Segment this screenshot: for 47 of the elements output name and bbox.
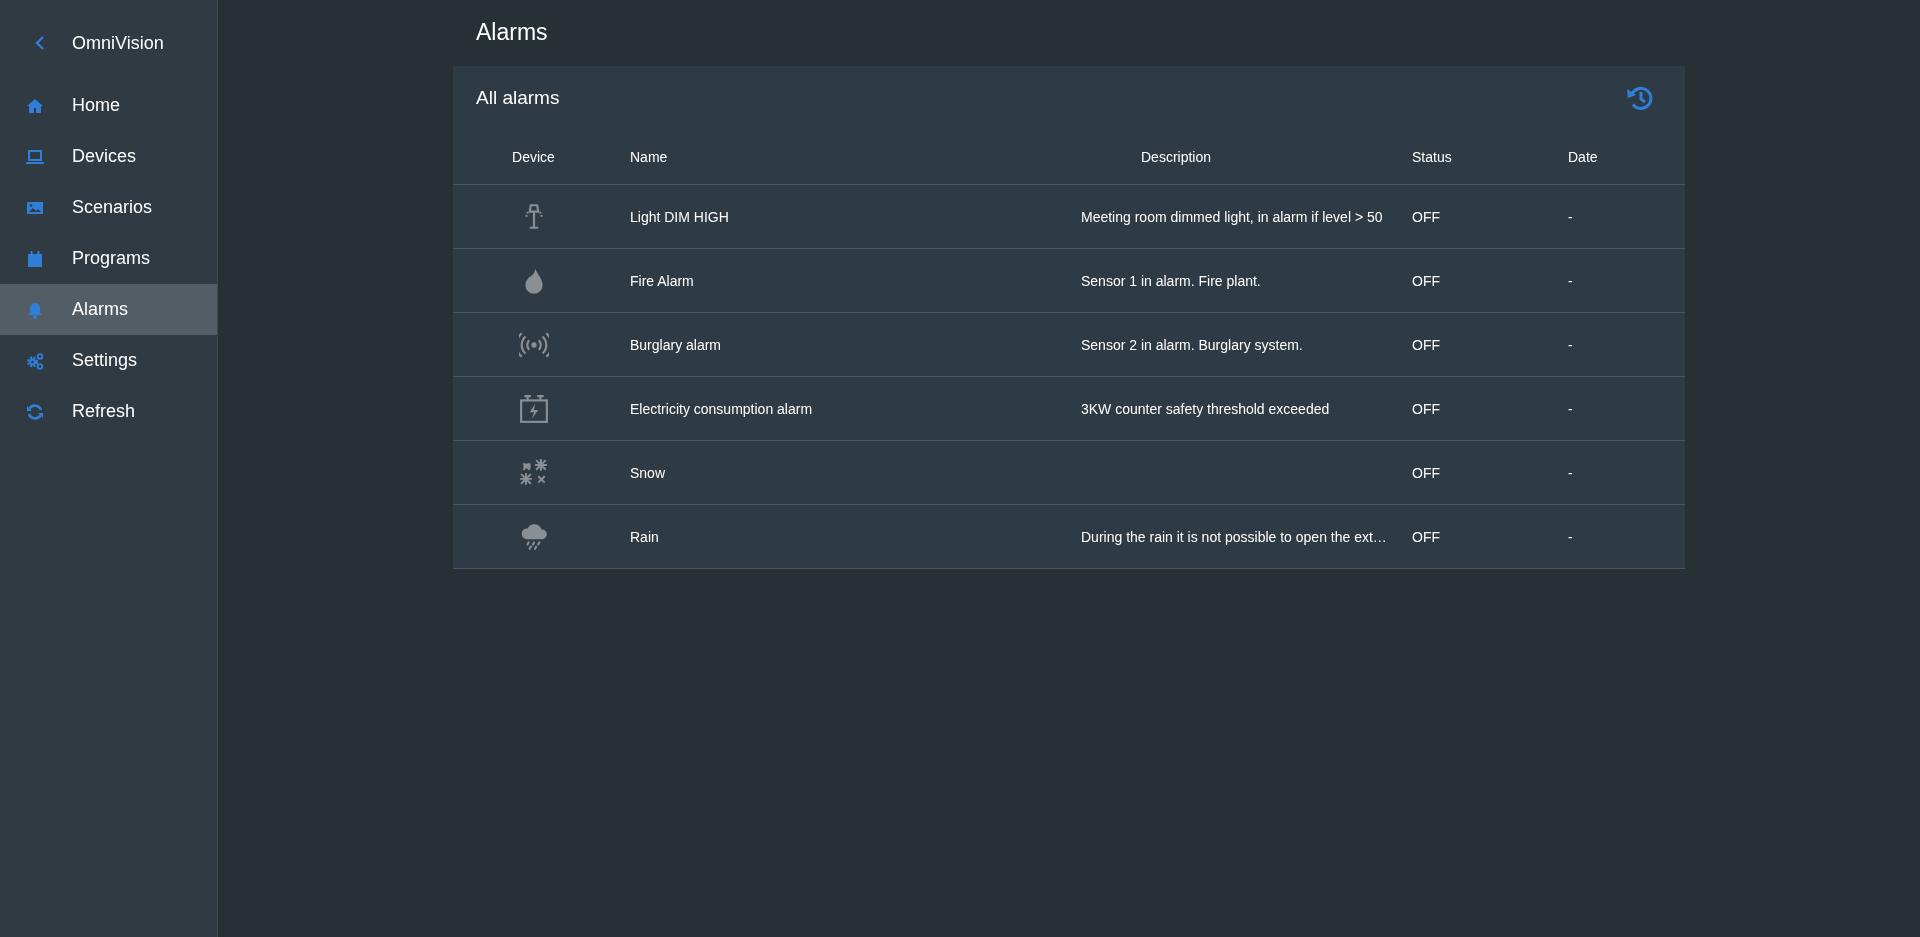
table-cell: OFF [1402,440,1558,505]
sidebar-item[interactable]: Programs [0,233,217,284]
table-cell: - [1558,504,1685,569]
laptop-icon [26,147,44,166]
table-cell: - [1558,376,1685,441]
table-cell: OFF [1402,376,1558,441]
back-icon[interactable] [35,36,45,50]
table-cell: Electricity consumption alarm [614,376,1071,441]
table-cell: Meeting room dimmed light, in alarm if level > 50 [1071,184,1402,249]
table-cell: Snow [614,440,1071,505]
table-cell: Burglary alarm [614,312,1071,377]
table-cell: - [1558,184,1685,249]
table-cell: OFF [1402,248,1558,313]
table-cell: - [1558,440,1685,505]
table-cell: - [1558,312,1685,377]
bell-icon [26,300,44,319]
table-cell: 3KW counter safety threshold exceeded [1071,376,1402,441]
battery-icon [518,393,549,424]
table-cell: Sensor 1 in alarm. Fire plant. [1071,248,1402,313]
column-header: Date [1558,130,1685,185]
column-header: Name [614,130,1071,185]
refresh-icon [26,402,44,421]
column-header: Device [453,130,614,185]
column-header: Status [1402,130,1558,185]
sidebar-item[interactable]: Settings [0,335,217,386]
snowflakes-icon [518,457,549,488]
table-cell: Rain [614,504,1071,569]
sidebar-item[interactable]: Devices [0,131,217,182]
sidebar-item[interactable]: Scenarios [0,182,217,233]
table-cell: Sensor 2 in alarm. Burglary system. [1071,312,1402,377]
card-title: All alarms [476,87,560,109]
column-header: Description [1071,130,1402,185]
sidebar-item[interactable]: Refresh [0,386,217,437]
table-cell: OFF [1402,504,1558,569]
app-title: OmniVision [72,32,164,54]
table-cell: OFF [1402,184,1558,249]
sidebar-item[interactable]: Alarms [0,284,217,335]
gears-icon [26,351,44,370]
page-title: Alarms [476,19,549,46]
table-cell: - [1558,248,1685,313]
table-cell: Fire Alarm [614,248,1071,313]
home-icon [26,96,44,115]
table-cell: OFF [1402,312,1558,377]
sidebar-item[interactable]: Home [0,80,217,131]
table-cell: During the rain it is not possible to open the ext… [1071,504,1402,569]
calendar-icon [26,249,44,268]
table-cell: Light DIM HIGH [614,184,1071,249]
